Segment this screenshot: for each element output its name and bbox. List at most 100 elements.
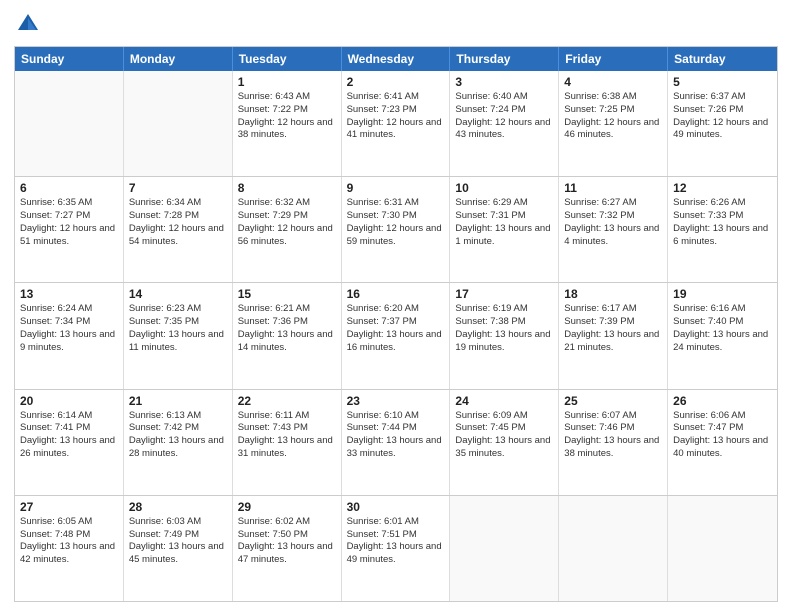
day-info: Sunrise: 6:37 AM Sunset: 7:26 PM Dayligh…: [673, 91, 772, 142]
calendar-cell: 25 Sunrise: 6:07 AM Sunset: 7:46 PM Dayli…: [559, 390, 668, 495]
day-number: 29: [238, 500, 336, 514]
calendar-row-1: 1 Sunrise: 6:43 AM Sunset: 7:22 PM Daylig…: [15, 71, 777, 176]
calendar-cell: 14 Sunrise: 6:23 AM Sunset: 7:35 PM Dayli…: [124, 283, 233, 388]
day-info: Sunrise: 6:40 AM Sunset: 7:24 PM Dayligh…: [455, 91, 553, 142]
calendar-row-3: 13 Sunrise: 6:24 AM Sunset: 7:34 PM Dayli…: [15, 282, 777, 388]
day-info: Sunrise: 6:23 AM Sunset: 7:35 PM Dayligh…: [129, 303, 227, 354]
calendar-cell: 18 Sunrise: 6:17 AM Sunset: 7:39 PM Dayli…: [559, 283, 668, 388]
day-number: 21: [129, 394, 227, 408]
day-info: Sunrise: 6:01 AM Sunset: 7:51 PM Dayligh…: [347, 516, 445, 567]
calendar: SundayMondayTuesdayWednesdayThursdayFrid…: [14, 46, 778, 602]
calendar-cell: 30 Sunrise: 6:01 AM Sunset: 7:51 PM Dayli…: [342, 496, 451, 601]
day-number: 22: [238, 394, 336, 408]
calendar-row-5: 27 Sunrise: 6:05 AM Sunset: 7:48 PM Dayli…: [15, 495, 777, 601]
calendar-cell: 9 Sunrise: 6:31 AM Sunset: 7:30 PM Daylig…: [342, 177, 451, 282]
day-number: 25: [564, 394, 662, 408]
weekday-header-friday: Friday: [559, 47, 668, 71]
day-info: Sunrise: 6:31 AM Sunset: 7:30 PM Dayligh…: [347, 197, 445, 248]
day-info: Sunrise: 6:05 AM Sunset: 7:48 PM Dayligh…: [20, 516, 118, 567]
calendar-cell: [124, 71, 233, 176]
day-number: 26: [673, 394, 772, 408]
calendar-cell: [668, 496, 777, 601]
logo-icon: [14, 10, 42, 38]
day-number: 11: [564, 181, 662, 195]
day-info: Sunrise: 6:34 AM Sunset: 7:28 PM Dayligh…: [129, 197, 227, 248]
header: [14, 10, 778, 38]
calendar-body: 1 Sunrise: 6:43 AM Sunset: 7:22 PM Daylig…: [15, 71, 777, 601]
calendar-cell: 2 Sunrise: 6:41 AM Sunset: 7:23 PM Daylig…: [342, 71, 451, 176]
day-number: 28: [129, 500, 227, 514]
day-number: 15: [238, 287, 336, 301]
day-info: Sunrise: 6:13 AM Sunset: 7:42 PM Dayligh…: [129, 410, 227, 461]
day-info: Sunrise: 6:32 AM Sunset: 7:29 PM Dayligh…: [238, 197, 336, 248]
calendar-cell: [15, 71, 124, 176]
day-number: 4: [564, 75, 662, 89]
calendar-cell: 15 Sunrise: 6:21 AM Sunset: 7:36 PM Dayli…: [233, 283, 342, 388]
calendar-cell: 21 Sunrise: 6:13 AM Sunset: 7:42 PM Dayli…: [124, 390, 233, 495]
day-info: Sunrise: 6:35 AM Sunset: 7:27 PM Dayligh…: [20, 197, 118, 248]
calendar-cell: 24 Sunrise: 6:09 AM Sunset: 7:45 PM Dayli…: [450, 390, 559, 495]
day-info: Sunrise: 6:24 AM Sunset: 7:34 PM Dayligh…: [20, 303, 118, 354]
day-number: 16: [347, 287, 445, 301]
day-info: Sunrise: 6:09 AM Sunset: 7:45 PM Dayligh…: [455, 410, 553, 461]
calendar-row-4: 20 Sunrise: 6:14 AM Sunset: 7:41 PM Dayli…: [15, 389, 777, 495]
day-number: 7: [129, 181, 227, 195]
calendar-cell: 12 Sunrise: 6:26 AM Sunset: 7:33 PM Dayli…: [668, 177, 777, 282]
weekday-header-saturday: Saturday: [668, 47, 777, 71]
day-info: Sunrise: 6:20 AM Sunset: 7:37 PM Dayligh…: [347, 303, 445, 354]
day-number: 17: [455, 287, 553, 301]
day-info: Sunrise: 6:07 AM Sunset: 7:46 PM Dayligh…: [564, 410, 662, 461]
day-number: 6: [20, 181, 118, 195]
day-number: 10: [455, 181, 553, 195]
calendar-cell: 8 Sunrise: 6:32 AM Sunset: 7:29 PM Daylig…: [233, 177, 342, 282]
day-info: Sunrise: 6:26 AM Sunset: 7:33 PM Dayligh…: [673, 197, 772, 248]
calendar-cell: 3 Sunrise: 6:40 AM Sunset: 7:24 PM Daylig…: [450, 71, 559, 176]
day-info: Sunrise: 6:14 AM Sunset: 7:41 PM Dayligh…: [20, 410, 118, 461]
calendar-cell: 19 Sunrise: 6:16 AM Sunset: 7:40 PM Dayli…: [668, 283, 777, 388]
day-number: 12: [673, 181, 772, 195]
day-number: 13: [20, 287, 118, 301]
logo: [14, 10, 46, 38]
day-info: Sunrise: 6:21 AM Sunset: 7:36 PM Dayligh…: [238, 303, 336, 354]
calendar-cell: 5Sunrise: 6:37 AM Sunset: 7:26 PM Daylig…: [668, 71, 777, 176]
calendar-header: SundayMondayTuesdayWednesdayThursdayFrid…: [15, 47, 777, 71]
day-info: Sunrise: 6:19 AM Sunset: 7:38 PM Dayligh…: [455, 303, 553, 354]
day-number: 3: [455, 75, 553, 89]
day-number: 8: [238, 181, 336, 195]
day-info: Sunrise: 6:06 AM Sunset: 7:47 PM Dayligh…: [673, 410, 772, 461]
day-info: Sunrise: 6:16 AM Sunset: 7:40 PM Dayligh…: [673, 303, 772, 354]
day-info: Sunrise: 6:17 AM Sunset: 7:39 PM Dayligh…: [564, 303, 662, 354]
day-number: 24: [455, 394, 553, 408]
day-info: Sunrise: 6:41 AM Sunset: 7:23 PM Dayligh…: [347, 91, 445, 142]
day-info: Sunrise: 6:38 AM Sunset: 7:25 PM Dayligh…: [564, 91, 662, 142]
day-number: 14: [129, 287, 227, 301]
calendar-cell: 11Sunrise: 6:27 AM Sunset: 7:32 PM Dayli…: [559, 177, 668, 282]
calendar-cell: 4 Sunrise: 6:38 AM Sunset: 7:25 PM Daylig…: [559, 71, 668, 176]
weekday-header-sunday: Sunday: [15, 47, 124, 71]
day-info: Sunrise: 6:43 AM Sunset: 7:22 PM Dayligh…: [238, 91, 336, 142]
day-number: 2: [347, 75, 445, 89]
calendar-cell: 20 Sunrise: 6:14 AM Sunset: 7:41 PM Dayli…: [15, 390, 124, 495]
calendar-cell: 29Sunrise: 6:02 AM Sunset: 7:50 PM Dayli…: [233, 496, 342, 601]
calendar-cell: 27 Sunrise: 6:05 AM Sunset: 7:48 PM Dayli…: [15, 496, 124, 601]
day-number: 9: [347, 181, 445, 195]
day-number: 19: [673, 287, 772, 301]
calendar-cell: 28Sunrise: 6:03 AM Sunset: 7:49 PM Dayli…: [124, 496, 233, 601]
calendar-cell: 26 Sunrise: 6:06 AM Sunset: 7:47 PM Dayli…: [668, 390, 777, 495]
calendar-cell: 17 Sunrise: 6:19 AM Sunset: 7:38 PM Dayli…: [450, 283, 559, 388]
calendar-cell: [559, 496, 668, 601]
day-number: 18: [564, 287, 662, 301]
day-number: 20: [20, 394, 118, 408]
calendar-cell: 22 Sunrise: 6:11 AM Sunset: 7:43 PM Dayli…: [233, 390, 342, 495]
weekday-header-monday: Monday: [124, 47, 233, 71]
calendar-cell: [450, 496, 559, 601]
calendar-cell: 1 Sunrise: 6:43 AM Sunset: 7:22 PM Daylig…: [233, 71, 342, 176]
weekday-header-wednesday: Wednesday: [342, 47, 451, 71]
day-number: 30: [347, 500, 445, 514]
day-number: 27: [20, 500, 118, 514]
day-number: 1: [238, 75, 336, 89]
calendar-row-2: 6 Sunrise: 6:35 AM Sunset: 7:27 PM Daylig…: [15, 176, 777, 282]
day-info: Sunrise: 6:11 AM Sunset: 7:43 PM Dayligh…: [238, 410, 336, 461]
calendar-cell: 23Sunrise: 6:10 AM Sunset: 7:44 PM Dayli…: [342, 390, 451, 495]
calendar-cell: 6 Sunrise: 6:35 AM Sunset: 7:27 PM Daylig…: [15, 177, 124, 282]
